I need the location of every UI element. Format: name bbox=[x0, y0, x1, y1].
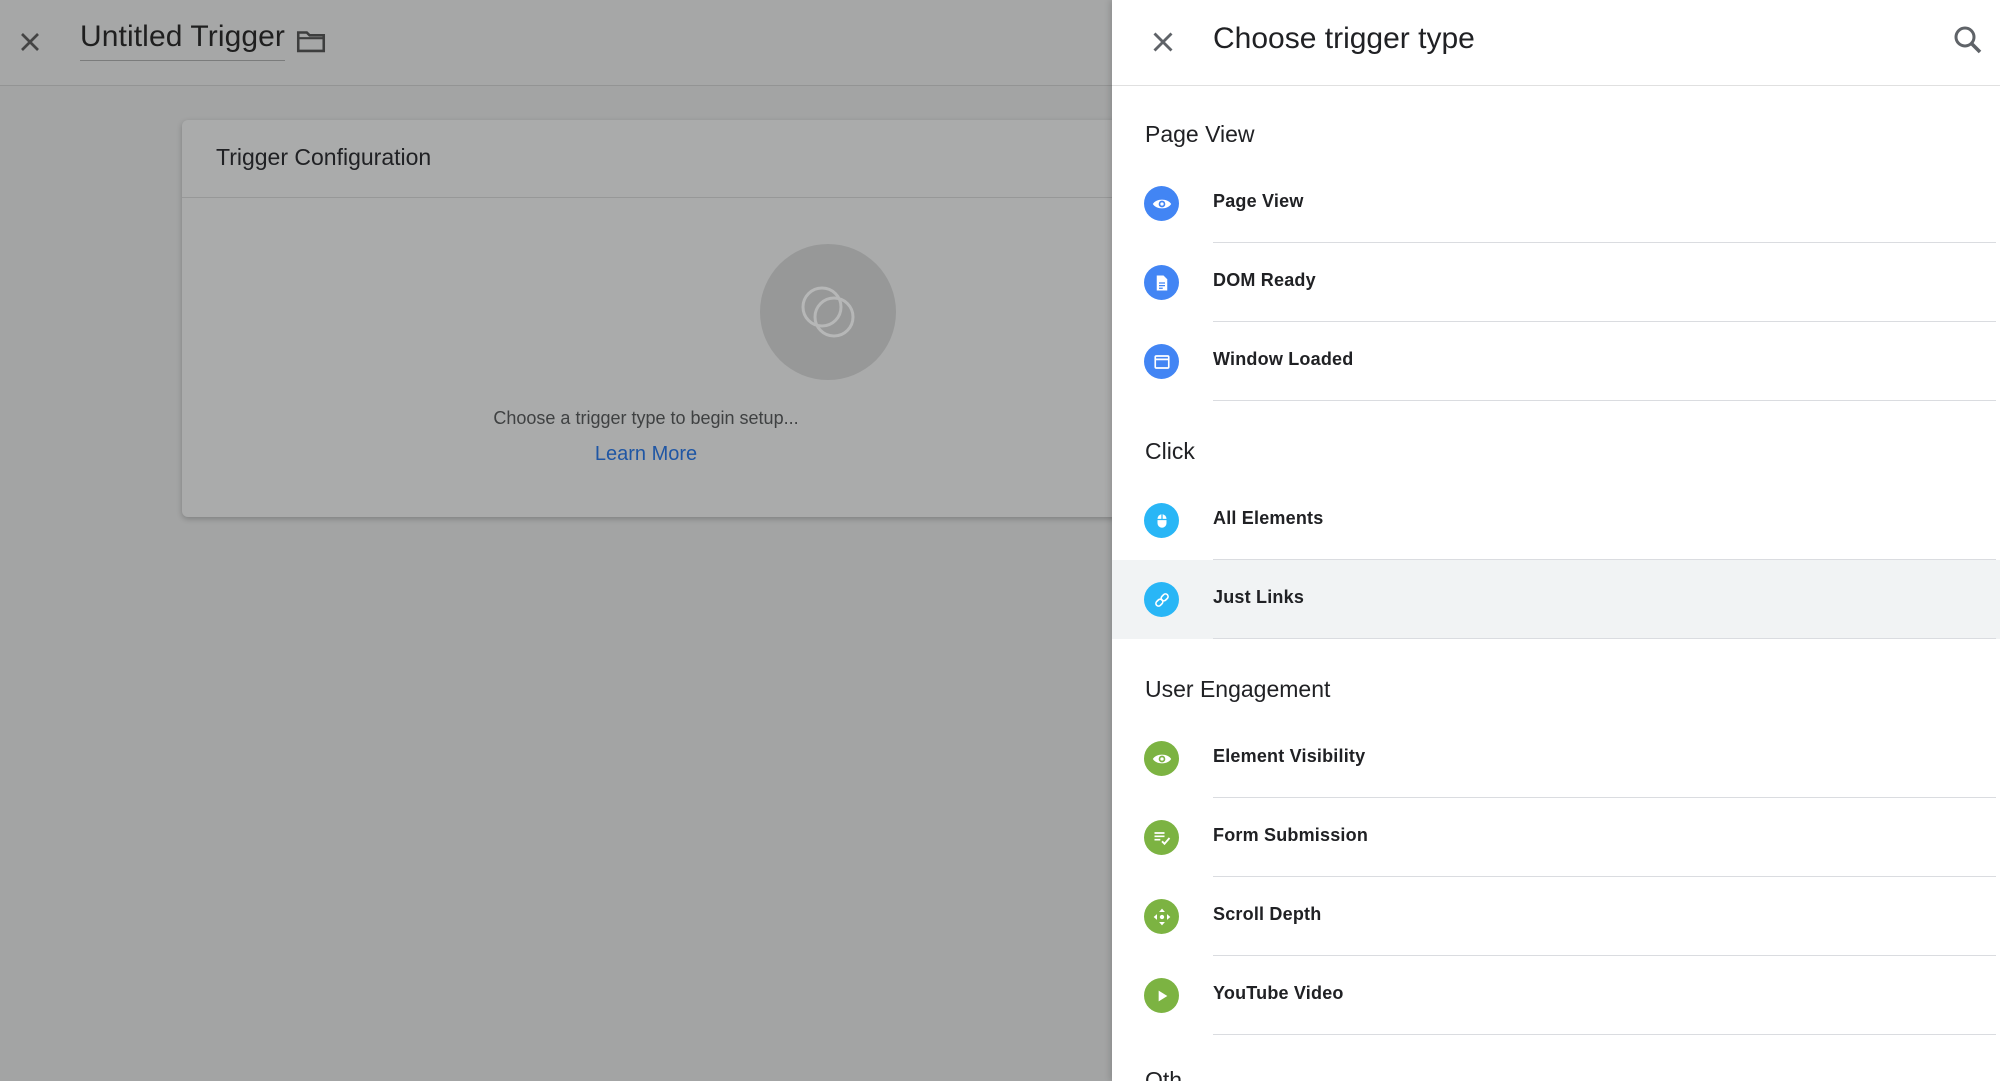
editor-header: Untitled Trigger bbox=[0, 0, 1112, 86]
section-title-user-engagement: User Engagement bbox=[1145, 676, 1331, 702]
move-arrows-icon bbox=[1144, 899, 1179, 934]
trigger-option-window-loaded[interactable]: Window Loaded bbox=[1112, 322, 2000, 401]
close-editor-button[interactable] bbox=[14, 26, 46, 58]
trigger-option-label: YouTube Video bbox=[1213, 983, 1344, 1003]
trigger-option-label: All Elements bbox=[1213, 508, 1324, 528]
search-button[interactable] bbox=[1950, 22, 1986, 58]
section-title-page-view: Page View bbox=[1145, 121, 1255, 147]
form-check-icon bbox=[1144, 820, 1179, 855]
mouse-icon bbox=[1144, 503, 1179, 538]
trigger-option-all-elements[interactable]: All Elements bbox=[1112, 481, 2000, 560]
trigger-configuration-card: Trigger Configuration Choose a trigger t… bbox=[182, 120, 1142, 517]
folder-icon bbox=[296, 31, 326, 53]
placeholder-text: Choose a trigger type to begin setup... bbox=[493, 408, 799, 428]
close-icon bbox=[21, 33, 39, 51]
trigger-option-dom-ready[interactable]: DOM Ready bbox=[1112, 243, 2000, 322]
panel-title: Choose trigger type bbox=[1213, 22, 1475, 55]
link-icon bbox=[1144, 582, 1179, 617]
trigger-option-label: DOM Ready bbox=[1213, 270, 1316, 290]
card-divider bbox=[182, 197, 1142, 198]
trigger-option-page-view[interactable]: Page View bbox=[1112, 164, 2000, 243]
close-panel-button[interactable] bbox=[1146, 25, 1180, 59]
divider bbox=[1213, 1034, 1996, 1035]
card-title: Trigger Configuration bbox=[216, 144, 432, 170]
trigger-placeholder-icon bbox=[801, 286, 855, 338]
divider bbox=[1213, 638, 1996, 639]
trigger-option-label: Window Loaded bbox=[1213, 349, 1354, 369]
document-icon bbox=[1144, 265, 1179, 300]
trigger-option-label: Just Links bbox=[1213, 587, 1305, 607]
choose-trigger-button[interactable] bbox=[760, 244, 896, 380]
eye-icon bbox=[1144, 186, 1179, 221]
folder-button[interactable] bbox=[294, 24, 328, 58]
trigger-option-label: Page View bbox=[1213, 191, 1304, 211]
trigger-option-element-visibility[interactable]: Element Visibility bbox=[1112, 719, 2000, 798]
trigger-option-label: Element Visibility bbox=[1213, 746, 1366, 766]
panel-header: Choose trigger type bbox=[1112, 0, 2000, 86]
play-icon bbox=[1144, 978, 1179, 1013]
trigger-option-youtube-video[interactable]: YouTube Video bbox=[1112, 956, 2000, 1035]
trigger-option-label: Form Submission bbox=[1213, 825, 1369, 845]
trigger-name-field[interactable]: Untitled Trigger bbox=[80, 20, 286, 61]
section-title-other: Oth bbox=[1145, 1067, 1183, 1081]
trigger-option-scroll-depth[interactable]: Scroll Depth bbox=[1112, 877, 2000, 956]
trigger-option-just-links[interactable]: Just Links bbox=[1112, 560, 2000, 639]
window-icon bbox=[1144, 344, 1179, 379]
trigger-option-form-submission[interactable]: Form Submission bbox=[1112, 798, 2000, 877]
section-title-click: Click bbox=[1145, 438, 1195, 464]
learn-more-link[interactable]: Learn More bbox=[0, 443, 1292, 466]
trigger-type-panel: Choose trigger type Page View Page View … bbox=[1112, 0, 2000, 1081]
search-icon bbox=[1954, 26, 1982, 54]
close-icon bbox=[1153, 32, 1173, 52]
divider bbox=[1213, 400, 1996, 401]
trigger-option-label: Scroll Depth bbox=[1213, 904, 1322, 924]
eye-icon bbox=[1144, 741, 1179, 776]
